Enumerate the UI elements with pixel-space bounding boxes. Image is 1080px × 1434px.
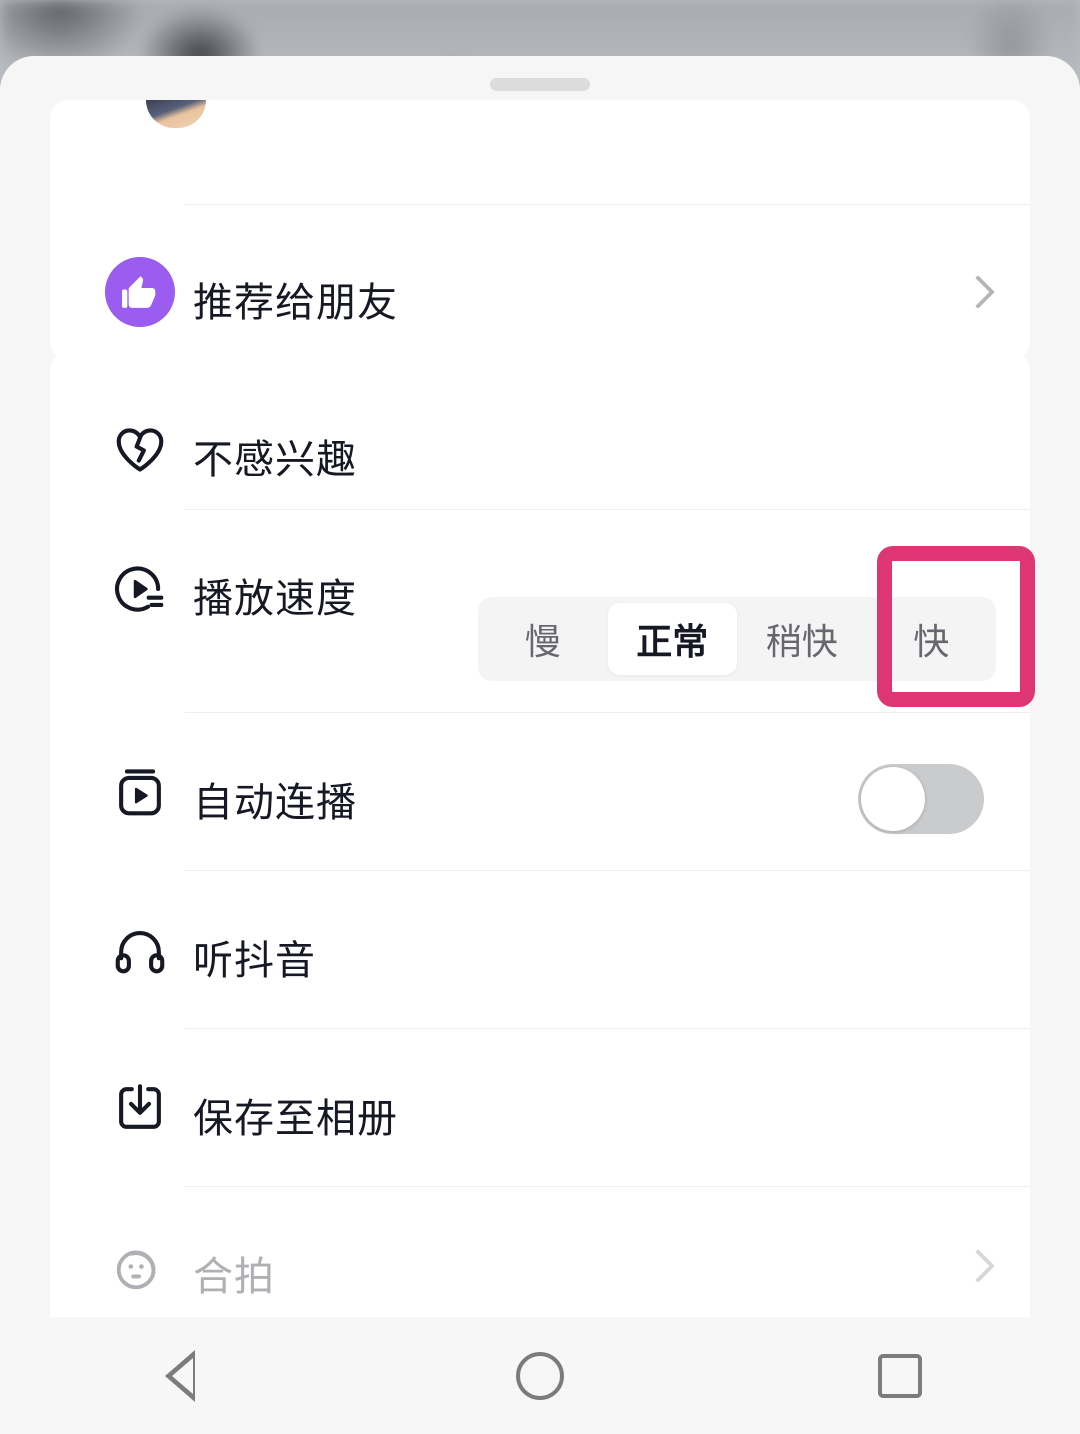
thumbs-up-icon	[105, 257, 175, 327]
divider	[185, 712, 1030, 713]
square-recents-icon	[878, 1353, 922, 1398]
drag-handle[interactable]	[490, 78, 590, 91]
play-speed-icon	[105, 554, 175, 624]
speed-option-slow[interactable]: 慢	[478, 603, 608, 675]
row-label: 推荐给朋友	[193, 281, 398, 325]
avatar	[146, 100, 206, 128]
toggle-knob	[861, 767, 925, 831]
row-save-to-album[interactable]: 保存至相册	[50, 1030, 1030, 1186]
chevron-right-icon[interactable]	[962, 277, 992, 307]
row-listen-douyin[interactable]: 听抖音	[50, 872, 1030, 1028]
row-label: 不感兴趣	[193, 438, 357, 482]
row-recommend-to-friend[interactable]: 推荐给朋友	[50, 224, 1030, 360]
duet-face-icon	[105, 1231, 175, 1301]
circle-home-icon	[516, 1351, 564, 1400]
chevron-right-icon[interactable]	[962, 1251, 992, 1281]
broken-heart-icon	[105, 414, 175, 484]
android-navigation-bar	[0, 1317, 1080, 1434]
divider	[185, 870, 1030, 871]
video-actions-card: 不感兴趣 播放速度 自动连播 听抖音 保存至相册 合拍	[50, 352, 1030, 1317]
share-options-card: 推荐给朋友	[50, 100, 1030, 360]
divider	[185, 1028, 1030, 1029]
auto-play-icon	[105, 757, 175, 827]
headphones-icon	[105, 915, 175, 985]
triangle-back-icon	[165, 1349, 195, 1402]
nav-home-button[interactable]	[480, 1317, 600, 1434]
download-icon	[105, 1073, 175, 1143]
row-duet[interactable]: 合拍	[50, 1188, 1030, 1317]
divider	[185, 204, 1030, 205]
row-label: 听抖音	[193, 939, 316, 983]
nav-back-button[interactable]	[120, 1317, 240, 1434]
row-label: 保存至相册	[193, 1097, 398, 1141]
bottom-sheet: 推荐给朋友 不感兴趣 播放速度 自动连播 听抖音 保存至相册 合拍 慢 正常 稍…	[0, 56, 1080, 1317]
nav-recents-button[interactable]	[840, 1317, 960, 1434]
speed-option-slightly-fast[interactable]: 稍快	[737, 603, 867, 675]
auto-play-toggle[interactable]	[858, 764, 984, 834]
row-label: 自动连播	[193, 781, 357, 825]
row-not-interested[interactable]: 不感兴趣	[50, 390, 1030, 508]
playback-speed-segmented-control[interactable]: 慢 正常 稍快 快	[478, 597, 996, 681]
speed-option-fast[interactable]: 快	[867, 603, 997, 675]
speed-option-normal[interactable]: 正常	[607, 603, 737, 675]
divider	[185, 1186, 1030, 1187]
row-label: 播放速度	[193, 577, 357, 621]
row-label: 合拍	[193, 1255, 275, 1299]
